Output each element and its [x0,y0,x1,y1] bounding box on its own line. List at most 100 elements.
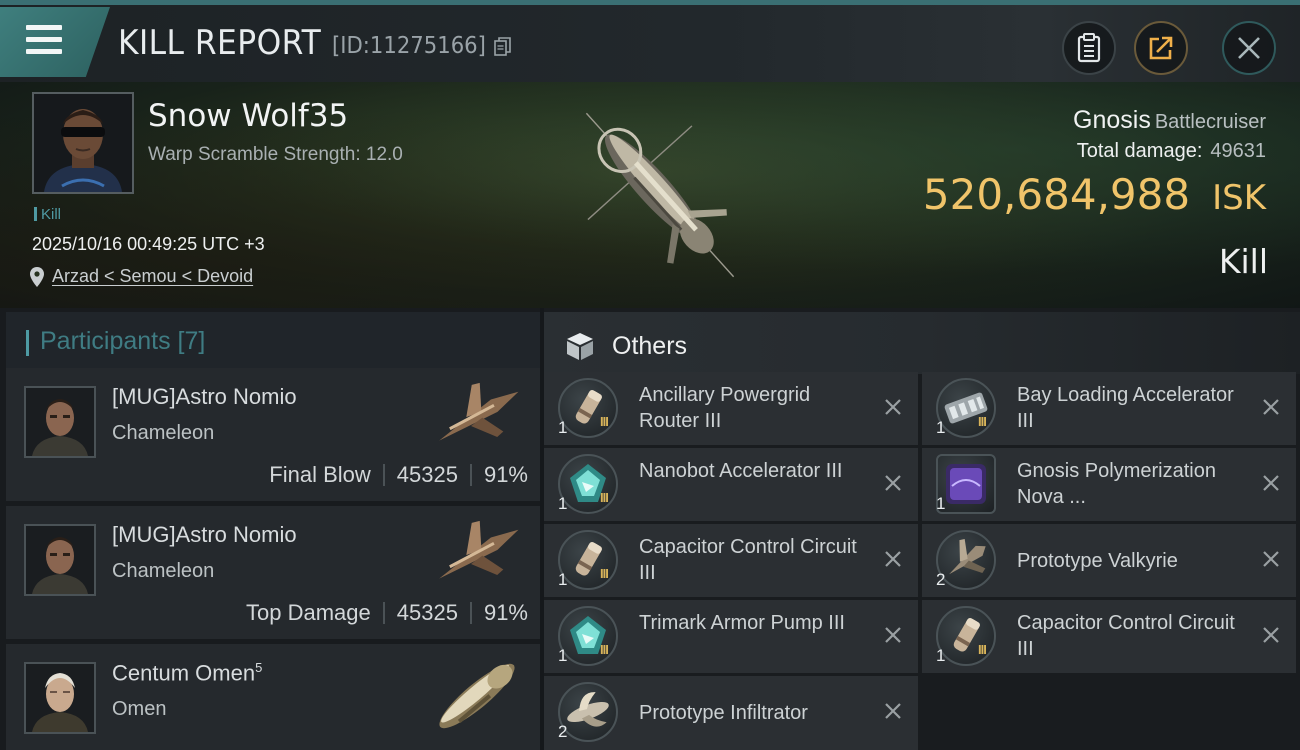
participant-percent: 91% [483,462,528,487]
ship-class[interactable]: Gnosis Battlecruiser [1073,106,1266,135]
kill-summary-banner: Snow Wolf35 Warp Scramble Strength: 12.0… [0,82,1300,308]
tech-tier-badge: III [600,414,609,429]
close-icon[interactable] [880,546,906,572]
item-quantity: 1 [936,494,946,513]
isk-value: 520,684,988 [922,170,1191,219]
item-quantity: 1 [558,418,568,437]
participant-damage: 45325 [396,462,458,487]
map-pin-icon [30,266,44,287]
item-quantity: 1 [558,494,568,513]
others-header: Others [544,312,1300,374]
participants-panel: Participants [7] [MUG]Astro Nomio Chamel… [0,308,540,750]
total-damage: Total damage: 49631 [1077,140,1266,163]
kill-location[interactable]: Arzad < Semou < Devoid [30,266,253,287]
close-icon [1238,37,1260,59]
victim-portrait[interactable] [32,92,134,194]
close-icon[interactable] [880,698,906,724]
isk-value-row: 520,684,988 ISK [923,170,1266,219]
total-damage-label: Total damage: [1076,140,1203,162]
item-quantity: 1 [558,646,568,665]
ship-name: Gnosis [1073,106,1151,134]
page-title: KILL REPORT [118,23,322,63]
item-quantity: 1 [936,418,946,437]
participant-portrait [24,386,96,458]
item-name: Nanobot Accelerator III [639,460,843,482]
pilot-portrait-image [34,94,132,192]
participant-row[interactable]: [MUG]Astro Nomio Chameleon Top Damage 45… [6,506,540,639]
item-name: Bay Loading Accelerator III [1017,384,1234,432]
participants-title: Participants [7] [40,327,206,355]
participant-damage: 45325 [396,600,458,625]
participant-portrait [24,524,96,596]
kill-report-id: [ID:11275166] [332,33,486,59]
close-icon[interactable] [1258,622,1284,648]
item-name: Capacitor Control Circuit III [1017,612,1235,660]
item-name: Trimark Armor Pump III [639,612,845,634]
close-icon[interactable] [1258,394,1284,420]
participant-name: [MUG]Astro Nomio [112,522,297,547]
share-icon [1149,36,1173,60]
item-quantity: 1 [558,570,568,589]
list-item[interactable]: 1 III Capacitor Control Circuit III [922,600,1296,673]
hamburger-menu-icon [26,25,62,55]
participant-ship: Omen [112,698,167,720]
menu-button[interactable] [0,7,110,77]
participant-role: Final Blow [269,462,371,487]
tech-tier-badge: III [600,566,609,581]
close-icon[interactable] [880,622,906,648]
tech-tier-badge: III [600,490,609,505]
list-item[interactable]: 2 Prototype Valkyrie [922,524,1296,597]
ship-type: Battlecruiser [1154,111,1266,133]
list-item[interactable]: 1 III Bay Loading Accelerator III [922,372,1296,445]
item-quantity: 2 [936,570,946,589]
list-item[interactable]: 1 III Trimark Armor Pump III [544,600,918,673]
result-label: Kill [1218,242,1268,281]
participant-row[interactable]: [MUG]Astro Nomio Chameleon Final Blow 45… [6,368,540,501]
isk-unit: ISK [1212,178,1266,218]
copy-icon[interactable] [494,37,512,57]
item-name: Gnosis Polymerization Nova ... [1017,460,1216,508]
omen-ship-icon [439,663,515,729]
item-quantity: 2 [558,722,568,741]
tech-tier-badge: III [978,642,987,657]
participants-header: Participants [7] [6,312,540,368]
list-item[interactable]: 2 Prototype Infiltrator [544,676,918,750]
tech-tier-badge: III [600,642,609,657]
close-icon[interactable] [880,394,906,420]
participant-name: Centum Omen5 [112,660,263,686]
report-log-button[interactable] [1062,21,1116,75]
item-quantity: 1 [936,646,946,665]
kill-tag: Kill [34,206,61,223]
list-item[interactable]: 1 III Capacitor Control Circuit III [544,524,918,597]
item-name: Prototype Valkyrie [1017,550,1178,572]
participant-ship: Chameleon [112,560,215,582]
participant-percent: 91% [483,600,528,625]
list-item[interactable]: 1 Gnosis Polymerization Nova ... [922,448,1296,521]
participant-name: [MUG]Astro Nomio [112,384,297,409]
participant-role: Top Damage [246,600,371,625]
close-button[interactable] [1222,21,1276,75]
victim-name[interactable]: Snow Wolf35 [148,98,348,134]
warp-scramble-strength: Warp Scramble Strength: 12.0 [148,144,403,165]
location-link[interactable]: Arzad < Semou < Devoid [52,266,253,287]
list-item[interactable]: 1 III Ancillary Powergrid Router III [544,372,918,445]
close-icon[interactable] [880,470,906,496]
chameleon-ship-icon [439,382,519,441]
others-panel: Others 1 III Ancillary Powergrid Router … [544,308,1300,750]
participant-row[interactable]: Centum Omen5 Omen [6,644,540,750]
participant-stats: Top Damage 45325 91% [246,600,528,626]
close-icon[interactable] [1258,546,1284,572]
header-bar: KILL REPORT [ID:11275166] [0,5,1300,82]
clipboard-icon [1077,33,1101,63]
kill-datetime: 2025/10/16 00:49:25 UTC +3 [32,234,265,254]
chameleon-ship-icon [439,520,519,579]
item-name: Ancillary Powergrid Router III [639,384,811,432]
list-item[interactable]: 1 III Nanobot Accelerator III [544,448,918,521]
close-icon[interactable] [1258,470,1284,496]
participant-level: 5 [255,660,263,675]
tech-tier-badge: III [978,414,987,429]
total-damage-value: 49631 [1210,140,1266,162]
participant-ship: Chameleon [112,422,215,444]
share-button[interactable] [1134,21,1188,75]
cube-icon [567,333,593,360]
